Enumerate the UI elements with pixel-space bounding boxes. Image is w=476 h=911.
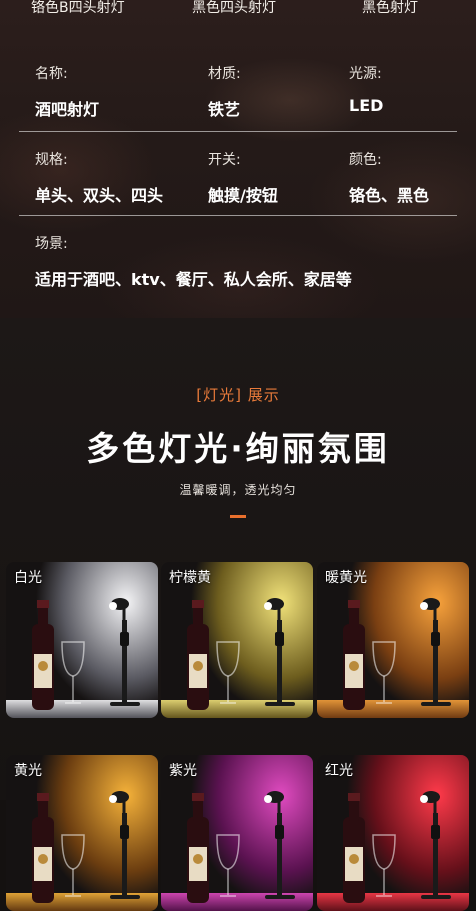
wine-bottle-icon bbox=[32, 600, 54, 710]
variant-name-black-spotlight: 黑色射灯 bbox=[362, 0, 418, 16]
wine-bottle-icon bbox=[187, 793, 209, 903]
light-tile: 紫光 bbox=[161, 755, 313, 911]
spec-label: 材质: bbox=[208, 66, 241, 82]
wine-bottle-icon bbox=[187, 600, 209, 710]
spotlight-lamp-icon bbox=[109, 791, 140, 899]
spec-value: 触摸/按钮 bbox=[208, 186, 278, 205]
variant-name-chrome-b-four-head: 铬色B四头射灯 bbox=[31, 0, 125, 16]
spec-label: 场景: bbox=[35, 236, 68, 252]
spec-value: 铬色、黑色 bbox=[349, 186, 430, 205]
spec-label: 光源: bbox=[349, 66, 382, 82]
wine-bottle-icon bbox=[32, 793, 54, 903]
spec-value: LED bbox=[349, 96, 384, 115]
divider bbox=[19, 131, 457, 132]
spec-label: 名称: bbox=[35, 66, 68, 82]
wine-glass-icon bbox=[372, 834, 396, 897]
light-tile: 黄光 bbox=[6, 755, 158, 911]
spec-switch: 开关: 触摸/按钮 bbox=[208, 149, 278, 206]
spec-value: 适用于酒吧、ktv、餐厅、私人会所、家居等 bbox=[35, 270, 352, 289]
tile-label: 红光 bbox=[325, 763, 353, 779]
spotlight-lamp-icon bbox=[420, 598, 451, 706]
wine-glass-icon bbox=[61, 641, 85, 704]
light-tile: 红光 bbox=[317, 755, 469, 911]
spec-name: 名称: 酒吧射灯 bbox=[35, 63, 99, 120]
tile-label: 暖黄光 bbox=[325, 570, 367, 586]
spec-scene: 场景: 适用于酒吧、ktv、餐厅、私人会所、家居等 bbox=[35, 233, 352, 290]
spec-light-source: 光源: LED bbox=[349, 63, 383, 115]
section-title: 多色灯光·绚丽氛围 bbox=[86, 429, 390, 468]
tile-label: 黄光 bbox=[14, 763, 42, 779]
wine-glass-icon bbox=[61, 834, 85, 897]
tile-label: 柠檬黄 bbox=[169, 570, 211, 586]
section-subtitle: [灯光] 展示 bbox=[196, 386, 280, 404]
light-tile: 柠檬黄 bbox=[161, 562, 313, 718]
divider bbox=[19, 215, 457, 216]
wine-glass-icon bbox=[216, 834, 240, 897]
light-tile: 暖黄光 bbox=[317, 562, 469, 718]
wine-bottle-icon bbox=[343, 793, 365, 903]
variant-name-black-four-head: 黑色四头射灯 bbox=[192, 0, 276, 16]
spotlight-lamp-icon bbox=[420, 791, 451, 899]
spotlight-lamp-icon bbox=[264, 598, 295, 706]
spec-label: 开关: bbox=[208, 152, 241, 168]
spec-size: 规格: 单头、双头、四头 bbox=[35, 149, 163, 206]
spec-value: 酒吧射灯 bbox=[35, 100, 100, 119]
wine-glass-icon bbox=[216, 641, 240, 704]
tile-label: 紫光 bbox=[169, 763, 197, 779]
accent-bar bbox=[230, 515, 246, 518]
spotlight-lamp-icon bbox=[264, 791, 295, 899]
spec-panel: 铬色B四头射灯 黑色四头射灯 黑色射灯 名称: 酒吧射灯 材质: 铁艺 光源: … bbox=[0, 0, 476, 318]
spec-material: 材质: 铁艺 bbox=[208, 63, 241, 120]
spotlight-lamp-icon bbox=[109, 598, 140, 706]
spec-label: 规格: bbox=[35, 152, 68, 168]
tile-label: 白光 bbox=[14, 570, 42, 586]
light-tile: 白光 bbox=[6, 562, 158, 718]
section-tagline: 温馨暖调，透光均匀 bbox=[179, 483, 297, 497]
wine-bottle-icon bbox=[343, 600, 365, 710]
spec-value: 铁艺 bbox=[208, 100, 241, 119]
spec-color: 颜色: 铬色、黑色 bbox=[349, 149, 429, 206]
wine-glass-icon bbox=[372, 641, 396, 704]
spec-value: 单头、双头、四头 bbox=[35, 186, 164, 205]
spec-label: 颜色: bbox=[349, 152, 382, 168]
